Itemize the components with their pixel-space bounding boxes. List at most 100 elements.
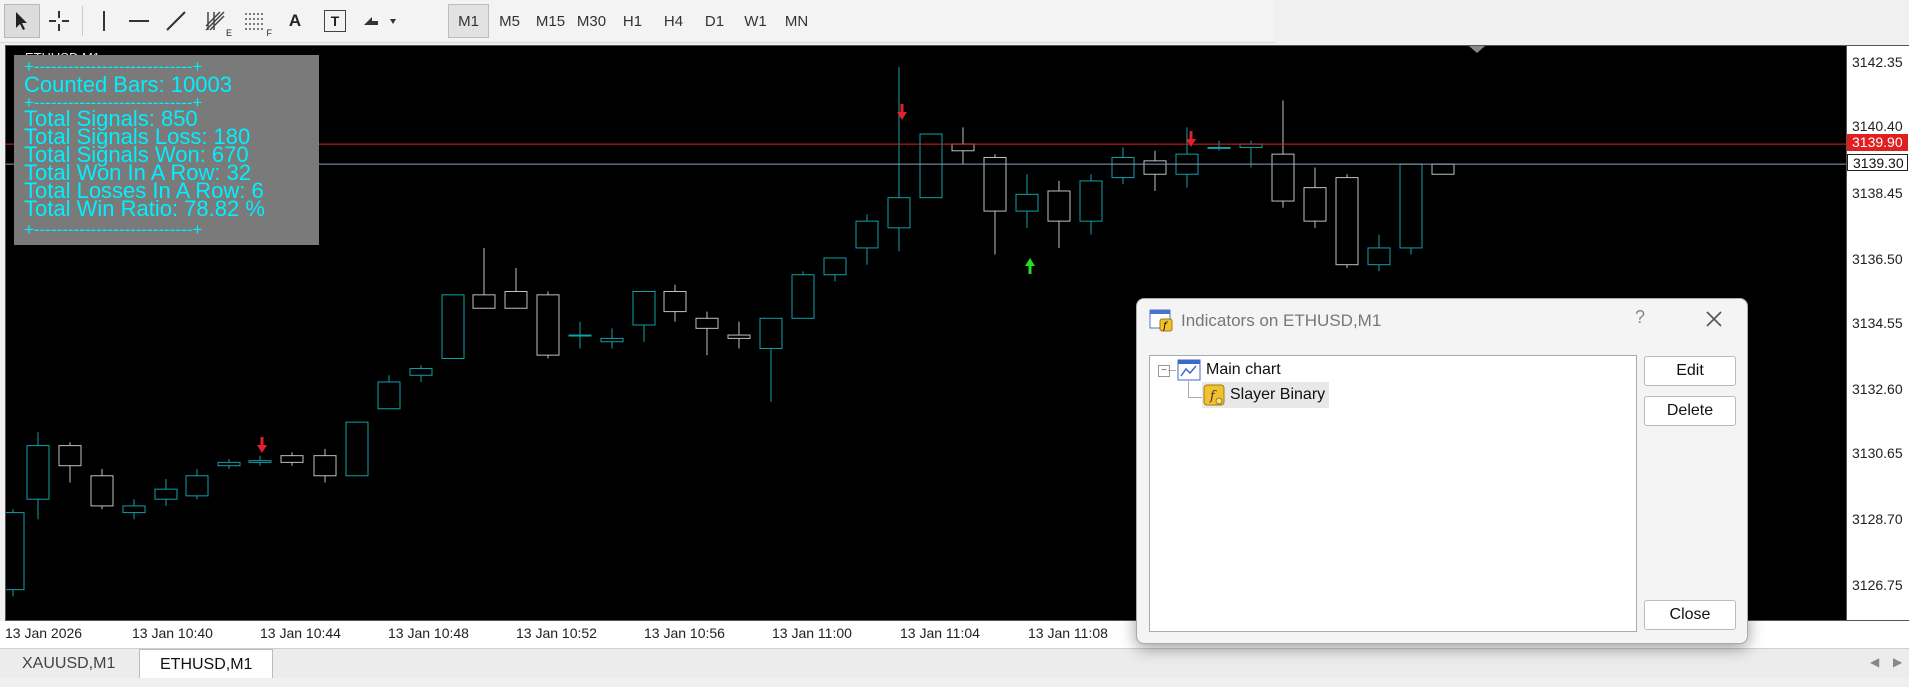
tab-xauusd[interactable]: XAUUSD,M1 bbox=[2, 649, 135, 678]
candle-body bbox=[377, 381, 401, 410]
price-tick-label: 3130.65 bbox=[1852, 445, 1903, 461]
buy-arrow bbox=[1025, 258, 1035, 274]
crosshair-icon[interactable] bbox=[40, 4, 78, 38]
win-ratio: Total Win Ratio: 78.82 % bbox=[24, 196, 265, 221]
candle-body bbox=[791, 274, 815, 319]
candle-body bbox=[1015, 193, 1039, 212]
time-tick-label: 13 Jan 11:08 bbox=[1028, 625, 1108, 641]
candle-body bbox=[1143, 160, 1167, 175]
timeframe-m1[interactable]: M1 bbox=[448, 4, 489, 38]
close-button[interactable]: Close bbox=[1644, 600, 1736, 630]
text-label-letter: T bbox=[324, 10, 346, 32]
candle-body bbox=[1303, 187, 1327, 222]
arrows-icon[interactable] bbox=[355, 4, 405, 38]
price-tick-label: 3126.75 bbox=[1852, 577, 1903, 593]
fibonacci-letter: E bbox=[225, 28, 232, 38]
candle-body bbox=[217, 461, 241, 467]
candle-body bbox=[472, 294, 496, 309]
horizontal-line-icon[interactable] bbox=[121, 4, 157, 38]
candle-body bbox=[1047, 190, 1071, 222]
tree-item-slayer-binary[interactable]: f Slayer Binary bbox=[1202, 382, 1330, 408]
help-button[interactable]: ? bbox=[1635, 307, 1645, 328]
candle-body bbox=[919, 133, 943, 199]
text-label-icon[interactable]: T bbox=[315, 4, 355, 38]
time-tick-label: 13 Jan 10:52 bbox=[516, 625, 597, 641]
time-tick-label: 13 Jan 11:00 bbox=[772, 625, 852, 641]
candle-body bbox=[855, 220, 879, 249]
tree-item-main-chart[interactable]: Main chart bbox=[1206, 361, 1281, 379]
timeframe-m30[interactable]: M30 bbox=[571, 4, 612, 38]
scroll-right-icon[interactable]: ▶ bbox=[1893, 655, 1902, 669]
timeframe-m15[interactable]: M15 bbox=[530, 4, 571, 38]
price-tick-label: 3140.40 bbox=[1852, 118, 1903, 134]
candle-body bbox=[441, 294, 465, 359]
tree-item-label: Slayer Binary bbox=[1230, 386, 1326, 403]
timeframe-h1[interactable]: H1 bbox=[612, 4, 653, 38]
main-toolbar: E F A T M1 M5 M15 M30 H1 H4 D1 W1 MN bbox=[0, 0, 1275, 43]
candle-body bbox=[759, 317, 783, 349]
collapse-toggle-icon[interactable]: − bbox=[1158, 365, 1170, 377]
candle-body bbox=[409, 368, 433, 376]
timeframe-buttons: M1 M5 M15 M30 H1 H4 D1 W1 MN bbox=[448, 3, 817, 39]
tree-connector bbox=[1168, 370, 1176, 371]
vertical-line-icon[interactable] bbox=[87, 4, 121, 38]
price-tick-label: 3132.60 bbox=[1852, 381, 1903, 397]
candle-body bbox=[983, 156, 1007, 212]
close-icon[interactable] bbox=[1699, 303, 1729, 333]
candle-body bbox=[695, 317, 719, 329]
status-strip bbox=[0, 678, 1909, 687]
fibonacci-icon[interactable]: E bbox=[195, 4, 235, 38]
scroll-left-icon[interactable]: ◀ bbox=[1870, 655, 1879, 669]
time-tick-label: 13 Jan 2026 bbox=[5, 625, 83, 641]
timeframe-h4[interactable]: H4 bbox=[653, 4, 694, 38]
edit-button[interactable]: Edit bbox=[1644, 356, 1736, 386]
trendline-icon[interactable] bbox=[157, 4, 195, 38]
tree-connector bbox=[1188, 381, 1189, 397]
price-tick-label: 3136.50 bbox=[1852, 251, 1903, 267]
main-chart-icon bbox=[1177, 359, 1201, 386]
stats-separator: +----------------------------+ bbox=[24, 220, 203, 239]
time-tick-label: 13 Jan 10:56 bbox=[644, 625, 725, 641]
tab-ethusd[interactable]: ETHUSD,M1 bbox=[139, 649, 274, 678]
timeframe-m5[interactable]: M5 bbox=[489, 4, 530, 38]
gann-icon[interactable]: F bbox=[235, 4, 275, 38]
drawing-tools: E F A T bbox=[4, 3, 405, 39]
candle-body bbox=[26, 445, 50, 500]
text-icon[interactable]: A bbox=[275, 4, 315, 38]
candle-body bbox=[823, 257, 847, 276]
custom-indicator-icon: f bbox=[1203, 384, 1225, 406]
candle-body bbox=[1271, 153, 1295, 202]
price-scale[interactable]: 3139.90 3139.30 3142.35 3140.40 3138.45 313… bbox=[1847, 45, 1909, 621]
candle-body bbox=[504, 290, 528, 309]
sell-arrow bbox=[257, 437, 267, 453]
candle-body bbox=[951, 143, 975, 152]
delete-button[interactable]: Delete bbox=[1644, 396, 1736, 426]
candle-body bbox=[1367, 247, 1391, 266]
indicator-tree: − Main chart f Slayer Binary bbox=[1149, 355, 1637, 632]
candle-body bbox=[568, 334, 592, 337]
toolbar-separator bbox=[82, 6, 83, 36]
candle-body bbox=[6, 512, 25, 591]
candle-body bbox=[122, 505, 146, 514]
timeframe-w1[interactable]: W1 bbox=[735, 4, 776, 38]
timeframe-d1[interactable]: D1 bbox=[694, 4, 735, 38]
time-tick-label: 13 Jan 11:04 bbox=[900, 625, 980, 641]
candle-body bbox=[313, 455, 337, 477]
candle-body bbox=[280, 455, 304, 463]
price-tick-label: 3134.55 bbox=[1852, 315, 1903, 331]
price-tick-label: 3142.35 bbox=[1852, 54, 1903, 70]
time-tick-label: 13 Jan 10:44 bbox=[260, 625, 341, 641]
candle-body bbox=[600, 337, 624, 343]
gann-letter: F bbox=[266, 28, 273, 38]
candle-body bbox=[727, 334, 751, 339]
candle-body bbox=[1399, 163, 1423, 249]
ask-price-label: 3139.30 bbox=[1847, 154, 1908, 171]
price-tick-label: 3138.45 bbox=[1852, 185, 1903, 201]
timeframe-mn[interactable]: MN bbox=[776, 4, 817, 38]
chart-tabs: XAUUSD,M1 ETHUSD,M1 ◀ ▶ bbox=[0, 648, 1909, 679]
dialog-title: Indicators on ETHUSD,M1 bbox=[1181, 311, 1382, 330]
candle-body bbox=[185, 475, 209, 497]
candle-body bbox=[663, 290, 687, 313]
cursor-icon[interactable] bbox=[4, 4, 40, 38]
chart-shift-marker bbox=[1469, 46, 1485, 53]
